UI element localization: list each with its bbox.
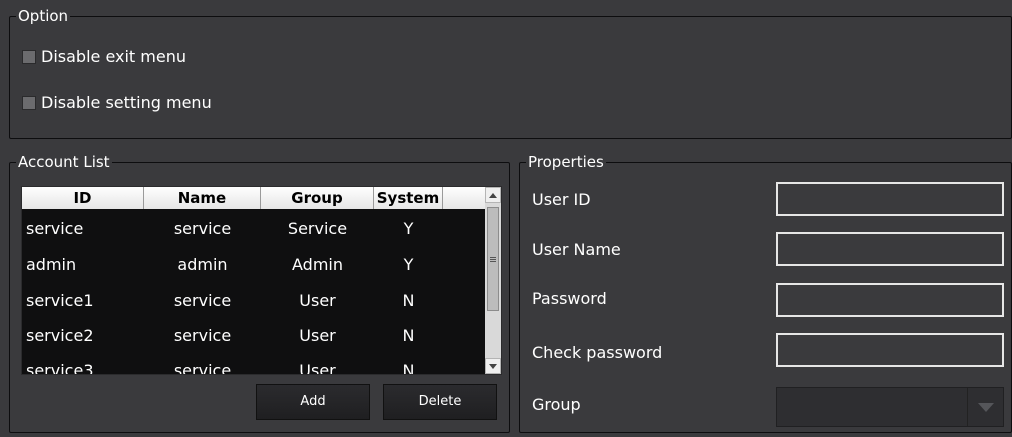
cell-id: service3 bbox=[26, 360, 94, 375]
table-header: ID Name Group System bbox=[22, 187, 486, 209]
scroll-down-icon[interactable] bbox=[485, 358, 501, 374]
cell-group: User bbox=[299, 360, 336, 375]
column-header-name[interactable]: Name bbox=[144, 187, 261, 209]
cell-system: Y bbox=[403, 218, 414, 238]
check-password-field[interactable] bbox=[776, 333, 1004, 367]
user-name-field[interactable] bbox=[776, 232, 1004, 266]
disable-exit-menu-checkbox[interactable]: Disable exit menu bbox=[22, 47, 186, 66]
cell-id: service1 bbox=[26, 290, 94, 310]
cell-system: N bbox=[402, 325, 415, 345]
scrollbar-thumb[interactable] bbox=[487, 207, 499, 311]
check-password-label: Check password bbox=[532, 343, 663, 362]
account-table[interactable]: ID Name Group System service service Ser… bbox=[21, 186, 502, 375]
column-header-filler bbox=[443, 187, 486, 209]
cell-system: N bbox=[402, 360, 415, 375]
option-group-title: Option bbox=[16, 7, 71, 25]
cell-system: Y bbox=[403, 254, 414, 274]
group-label: Group bbox=[532, 395, 581, 414]
table-row[interactable]: service service Service Y bbox=[22, 211, 486, 245]
table-scrollbar[interactable] bbox=[485, 187, 501, 374]
account-list-title: Account List bbox=[16, 153, 112, 171]
cell-id: admin bbox=[26, 254, 77, 274]
table-row[interactable]: admin admin Admin Y bbox=[22, 247, 486, 281]
cell-name: service bbox=[173, 325, 232, 345]
add-button[interactable]: Add bbox=[256, 384, 370, 420]
password-field[interactable] bbox=[776, 283, 1004, 317]
table-row[interactable]: service2 service User N bbox=[22, 318, 486, 352]
disable-setting-menu-label: Disable setting menu bbox=[41, 93, 212, 112]
delete-button[interactable]: Delete bbox=[383, 384, 497, 420]
group-select[interactable] bbox=[776, 387, 1004, 427]
table-row[interactable]: service3 service User N bbox=[22, 353, 486, 375]
cell-name: service bbox=[173, 360, 232, 375]
cell-group: Admin bbox=[292, 254, 343, 274]
cell-group: Service bbox=[287, 218, 348, 238]
column-header-group[interactable]: Group bbox=[261, 187, 374, 209]
cell-group: User bbox=[299, 290, 336, 310]
properties-group: Properties User ID User Name Password Ch… bbox=[519, 153, 1012, 433]
table-row[interactable]: service1 service User N bbox=[22, 283, 486, 317]
cell-id: service bbox=[26, 218, 84, 238]
cell-name: admin bbox=[177, 254, 228, 274]
option-group: Option Disable exit menu Disable setting… bbox=[9, 7, 1012, 139]
column-header-system[interactable]: System bbox=[374, 187, 443, 209]
cell-name: service bbox=[173, 290, 232, 310]
account-list-group: Account List ID Name Group System servic… bbox=[9, 153, 510, 433]
cell-id: service2 bbox=[26, 325, 94, 345]
user-id-field[interactable] bbox=[776, 182, 1004, 216]
checkbox-box[interactable] bbox=[22, 95, 36, 110]
column-header-id[interactable]: ID bbox=[22, 187, 144, 209]
checkbox-box[interactable] bbox=[22, 49, 36, 64]
cell-system: N bbox=[402, 290, 415, 310]
properties-title: Properties bbox=[526, 153, 606, 171]
grip-icon bbox=[490, 256, 496, 262]
scroll-up-icon[interactable] bbox=[485, 187, 501, 203]
password-label: Password bbox=[532, 289, 607, 308]
chevron-down-icon[interactable] bbox=[967, 388, 1003, 426]
user-name-label: User Name bbox=[532, 240, 621, 259]
cell-name: service bbox=[173, 218, 232, 238]
user-id-label: User ID bbox=[532, 190, 591, 209]
disable-exit-menu-label: Disable exit menu bbox=[41, 47, 186, 66]
cell-group: User bbox=[299, 325, 336, 345]
disable-setting-menu-checkbox[interactable]: Disable setting menu bbox=[22, 93, 212, 112]
